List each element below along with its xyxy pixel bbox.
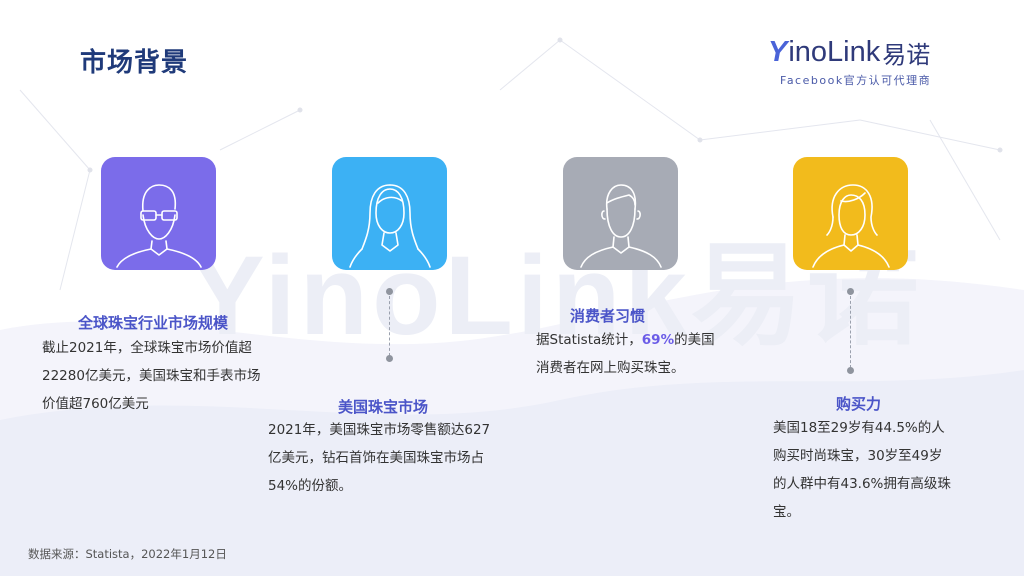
text-line: 价值超760亿美元 <box>42 396 149 412</box>
text-line: 宝。 <box>773 504 800 520</box>
text-line: 亿美元，钻石首饰在美国珠宝市场占 <box>268 450 484 466</box>
text-line: 54%的份额。 <box>268 478 353 494</box>
highlight-percentage: 69% <box>641 332 675 348</box>
text-line: 据Statista统计，69%的美国 <box>536 326 715 354</box>
brand-logo: Y inoLink 易诺 Facebook官方认可代理商 <box>768 34 968 90</box>
text-global-market: 截止2021年，全球珠宝市场价值超 22280亿美元，美国珠宝和手表市场 价值超… <box>42 334 260 418</box>
data-source-note: 数据来源：Statista，2022年1月12日 <box>28 547 227 561</box>
text-line: 截止2021年，全球珠宝市场价值超 <box>42 340 252 356</box>
man-short-hair-icon <box>580 184 662 268</box>
heading-consumer-habits: 消费者习惯 <box>570 307 646 325</box>
logo-subtitle: Facebook官方认可代理商 <box>780 74 932 87</box>
heading-global-market: 全球珠宝行业市场规模 <box>78 314 229 332</box>
text-line: 2021年，美国珠宝市场零售额达627 <box>268 422 491 438</box>
text-us-market: 2021年，美国珠宝市场零售额达627 亿美元，钻石首饰在美国珠宝市场占 54%… <box>268 416 490 500</box>
text-line: 的人群中有43.6%拥有高级珠 <box>773 476 951 492</box>
connector-dot <box>386 288 393 295</box>
heading-us-market: 美国珠宝市场 <box>338 398 429 416</box>
woman-long-hair-icon <box>349 184 431 268</box>
card-consumer-habits <box>563 157 678 270</box>
text-purchasing-power: 美国18至29岁有44.5%的人 购买时尚珠宝，30岁至49岁 的人群中有43.… <box>773 414 951 526</box>
text-line: 消费者在网上购买珠宝。 <box>536 360 685 376</box>
connector-dot <box>386 355 393 362</box>
logo-wordmark: Y inoLink 易诺 <box>768 34 930 70</box>
text-consumer-habits: 据Statista统计，69%的美国 消费者在网上购买珠宝。 <box>536 326 715 382</box>
heading-purchasing-power: 购买力 <box>836 395 882 413</box>
connector-dot <box>847 367 854 374</box>
man-with-glasses-icon <box>116 184 202 268</box>
text-segment: 的美国 <box>674 332 715 348</box>
text-line: 美国18至29岁有44.5%的人 <box>773 420 945 436</box>
text-line: 购买时尚珠宝，30岁至49岁 <box>773 448 943 464</box>
connector-dot <box>847 288 854 295</box>
text-segment: 据Statista统计， <box>536 332 642 348</box>
logo-brand-cn: 易诺 <box>882 40 931 69</box>
logo-brand: inoLink <box>788 35 881 68</box>
connector-line <box>850 296 851 368</box>
page-title: 市场背景 <box>80 48 189 78</box>
card-purchasing-power <box>793 157 908 270</box>
woman-bob-hair-icon <box>812 184 890 268</box>
connector-line <box>389 296 390 356</box>
card-market-size <box>101 157 216 270</box>
card-us-market <box>332 157 447 270</box>
text-line: 22280亿美元，美国珠宝和手表市场 <box>42 368 261 384</box>
logo-prefix: Y <box>768 35 788 68</box>
